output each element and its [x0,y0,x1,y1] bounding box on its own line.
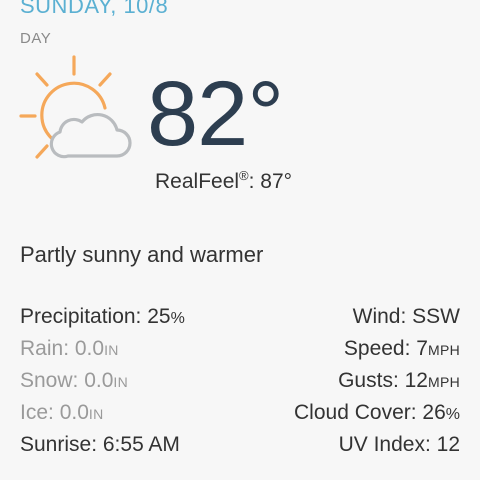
precipitation-stat: Precipitation: 25% [20,302,185,334]
sunrise-stat: Sunrise: 6:55 AM [20,430,180,462]
cloud-cover-value: 26 [422,401,446,424]
details-row: Precipitation: 25% Wind: SSW [20,302,460,334]
sunrise-label: Sunrise: [20,433,103,456]
rain-label: Rain: [20,337,75,360]
speed-value: 7 [416,337,428,360]
rain-value: 0.0 [74,337,105,360]
snow-value: 0.0 [84,369,114,392]
rain-unit: IN [104,342,119,358]
gusts-value: 12 [404,369,428,392]
details-row: Rain: 0.0IN Speed: 7MPH [20,334,460,366]
current-temperature: 82° [147,63,284,165]
registered-mark: ® [239,168,249,183]
cloud-cover-label: Cloud Cover: [294,401,423,424]
snow-stat: Snow: 0.0IN [20,366,128,398]
uv-index-stat: UV Index: 12 [339,430,460,462]
details-row: Ice: 0.0IN Cloud Cover: 26% [20,398,460,430]
wind-label: Wind: [352,305,413,328]
rain-stat: Rain: 0.0IN [20,334,119,366]
ice-stat: Ice: 0.0IN [20,398,104,430]
gusts-stat: Gusts: 12MPH [338,366,460,398]
precipitation-unit: % [170,310,185,327]
precipitation-value: 25 [147,305,171,328]
snow-unit: IN [113,374,129,390]
wind-value: SSW [412,305,460,328]
gusts-label: Gusts: [338,369,405,392]
ice-value: 0.0 [59,401,89,424]
cloud-cover-unit: % [445,406,460,423]
snow-label: Snow: [20,369,85,392]
partly-sunny-icon [19,55,132,159]
date-heading: SUNDAY, 10/8 [20,0,169,18]
precipitation-label: Precipitation: [20,305,148,328]
weather-details: Precipitation: 25% Wind: SSW Rain: 0.0IN… [20,302,460,462]
details-row: Sunrise: 6:55 AM UV Index: 12 [20,430,460,462]
uv-index-label: UV Index: [338,433,437,456]
realfeel-label: RealFeel [155,170,240,193]
gusts-unit: MPH [427,374,460,390]
details-row: Snow: 0.0IN Gusts: 12MPH [20,366,460,398]
ice-label: Ice: [20,401,60,424]
sunrise-value: 6:55 AM [102,433,180,456]
speed-label: Speed: [343,337,417,360]
speed-unit: MPH [427,342,460,358]
realfeel-temperature: RealFeel®: 87° [155,168,292,194]
speed-stat: Speed: 7MPH [344,334,460,366]
cloud-cover-stat: Cloud Cover: 26% [294,398,460,430]
weather-day-detail: SUNDAY, 10/8 DAY 82° RealFeel®: 87° Part… [0,0,480,480]
realfeel-value: : 87° [248,170,293,193]
ice-unit: IN [88,406,104,422]
uv-index-value: 12 [436,433,460,456]
wind-stat: Wind: SSW [353,302,460,334]
period-label: DAY [20,30,52,47]
cloud-icon [49,113,132,159]
weather-phrase: Partly sunny and warmer [20,242,264,267]
